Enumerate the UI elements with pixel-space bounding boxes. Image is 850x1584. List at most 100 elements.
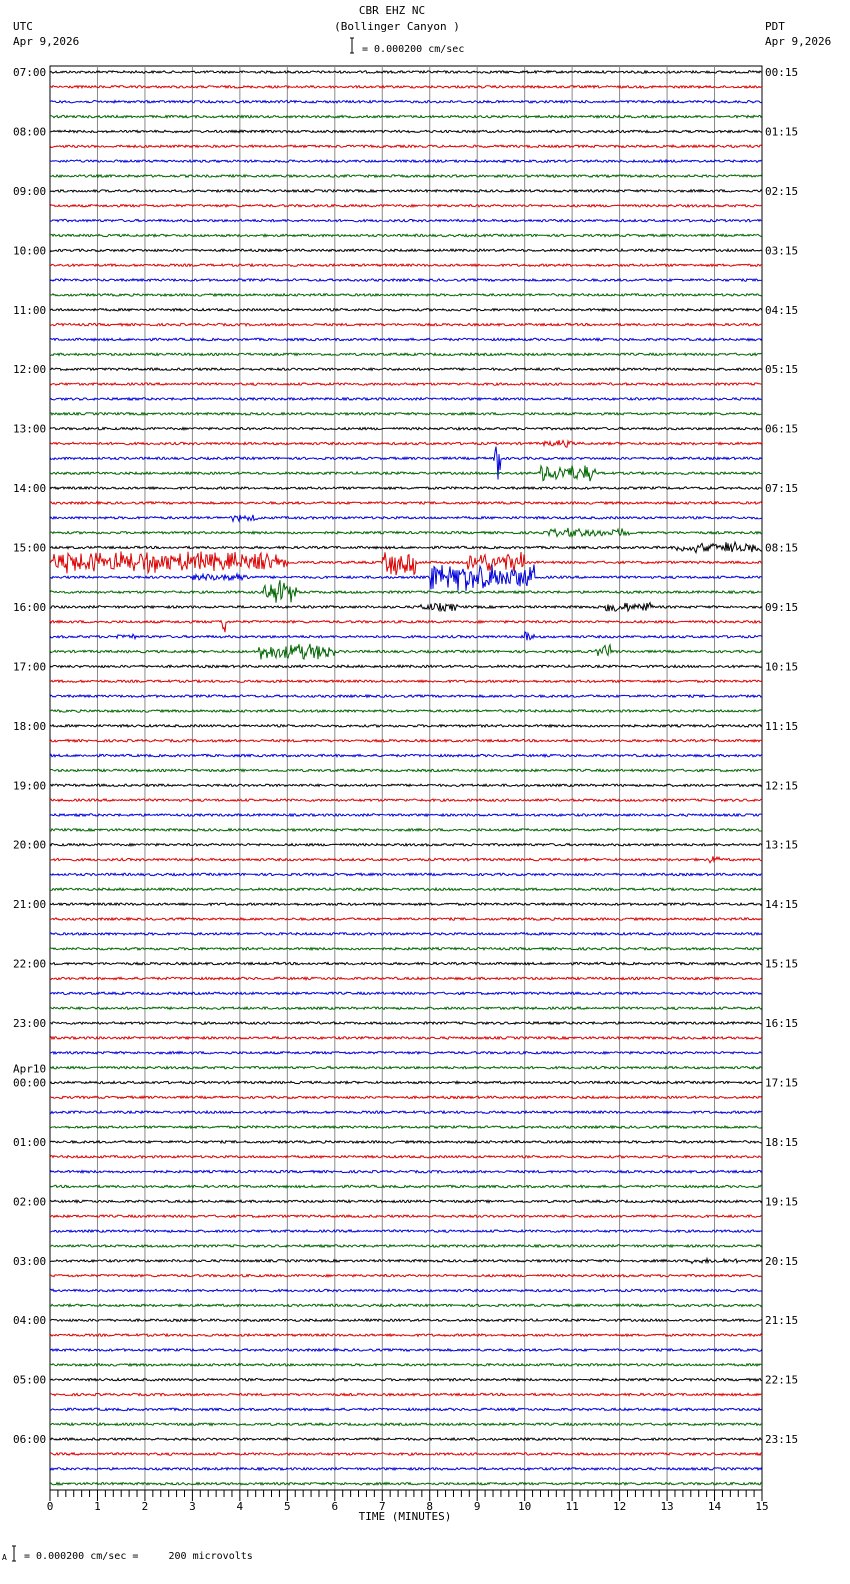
seismic-trace [49,218,763,223]
seismic-trace [49,886,763,892]
utc-hour-label: 13:00 [13,423,46,436]
seismic-trace [50,1243,763,1249]
seismic-trace [49,1466,763,1472]
seismic-trace [49,1347,763,1353]
utc-hour-label: 23:00 [13,1017,46,1030]
seismic-trace [49,1050,763,1056]
pdt-hour-label: 17:15 [765,1076,798,1089]
scale-bar-icon [350,37,354,54]
seismic-trace [49,1109,762,1115]
seismic-trace [49,426,763,432]
seismic-trace [49,1436,763,1442]
utc-hour-label: 05:00 [13,1374,46,1387]
seismic-trace [49,129,763,134]
pdt-hour-label: 15:15 [765,958,798,971]
seismic-trace [49,173,763,179]
utc-hour-label: 07:00 [13,66,46,79]
seismic-trace [49,500,763,506]
x-axis-label: TIME (MINUTES) [359,1510,452,1523]
pdt-hour-label: 13:15 [765,839,798,852]
seismic-trace [49,1169,763,1175]
seismic-trace [49,738,763,744]
seismic-trace [49,601,763,613]
seismic-trace [49,411,763,417]
seismic-trace [49,708,763,714]
seismic-trace [49,663,763,669]
utc-hour-label: 12:00 [13,363,46,376]
pdt-hour-label: 23:15 [765,1433,798,1446]
seismic-trace [49,1377,763,1383]
seismic-trace [49,1198,763,1204]
seismic-trace [49,1256,763,1265]
traces [49,69,763,1487]
seismic-trace [49,292,763,298]
seismic-trace [49,812,763,818]
seismic-trace [49,1213,763,1219]
seismic-trace [49,961,762,966]
x-tick-label: 0 [47,1500,54,1513]
seismic-trace [49,1362,763,1368]
seismic-trace [49,1392,763,1397]
pdt-hour-label: 03:15 [765,244,798,257]
seismic-trace [49,946,763,952]
pdt-hour-label: 06:15 [765,423,798,436]
x-tick-label: 9 [474,1500,481,1513]
seismic-trace [49,1407,763,1412]
seismic-trace [49,842,763,848]
pdt-hour-label: 14:15 [765,898,798,911]
seismic-trace [49,527,763,538]
pdt-hour-label: 02:15 [765,185,798,198]
seismic-trace [49,678,763,684]
utc-hour-label: 06:00 [13,1433,46,1446]
seismic-trace [49,630,763,641]
footer-scale-bar-icon [12,1545,16,1562]
pdt-hour-label: 20:15 [765,1255,798,1268]
seismic-trace [49,514,763,524]
x-tick-label: 6 [331,1500,338,1513]
seismic-trace [49,248,763,253]
seismic-trace [49,1020,763,1026]
pdt-hour-label: 21:15 [765,1314,798,1327]
left-timezone: UTC [13,20,33,33]
seismic-trace [49,1421,763,1427]
utc-hour-label: 17:00 [13,660,46,673]
pdt-hour-label: 19:15 [765,1195,798,1208]
seismic-trace [49,1154,763,1160]
seismic-trace [49,540,763,554]
pdt-hour-label: 04:15 [765,304,798,317]
seismic-trace [49,1184,763,1189]
pdt-hour-label: 00:15 [765,66,798,79]
utc-hour-label: 00:00 [13,1076,46,1089]
seismic-trace [49,188,763,194]
seismic-trace [49,797,763,803]
x-tick-label: 14 [708,1500,722,1513]
seismic-trace [49,158,763,164]
seismic-trace [49,485,763,491]
seismic-trace [49,1124,763,1130]
footer-scale-text: = 0.000200 cm/sec = 200 microvolts [24,1551,253,1562]
seismic-trace [49,99,763,104]
x-tick-label: 10 [518,1500,531,1513]
x-tick-label: 15 [755,1500,768,1513]
utc-hour-label: 08:00 [13,125,46,138]
pdt-hour-label: 09:15 [765,601,798,614]
seismic-trace [49,337,763,342]
helicorder-plot: CBR EHZ NC (Bollinger Canyon ) UTC Apr 9… [2,4,831,1562]
seismic-trace [49,396,763,402]
pdt-hour-label: 05:15 [765,363,798,376]
seismic-trace [49,1332,763,1338]
seismic-trace [49,580,763,603]
seismic-trace [49,69,763,75]
seismic-trace [49,619,763,633]
x-tick-label: 2 [142,1500,149,1513]
scale-text: = 0.000200 cm/sec [362,44,464,55]
seismic-trace [49,1288,763,1293]
pdt-hour-label: 07:15 [765,482,798,495]
seismic-trace [49,753,763,759]
utc-hour-label: 21:00 [13,898,46,911]
x-tick-label: 1 [94,1500,101,1513]
seismic-trace [49,1481,763,1487]
utc-hour-label: 14:00 [13,482,46,495]
right-timezone: PDT [765,20,785,33]
seismic-trace [49,307,763,313]
